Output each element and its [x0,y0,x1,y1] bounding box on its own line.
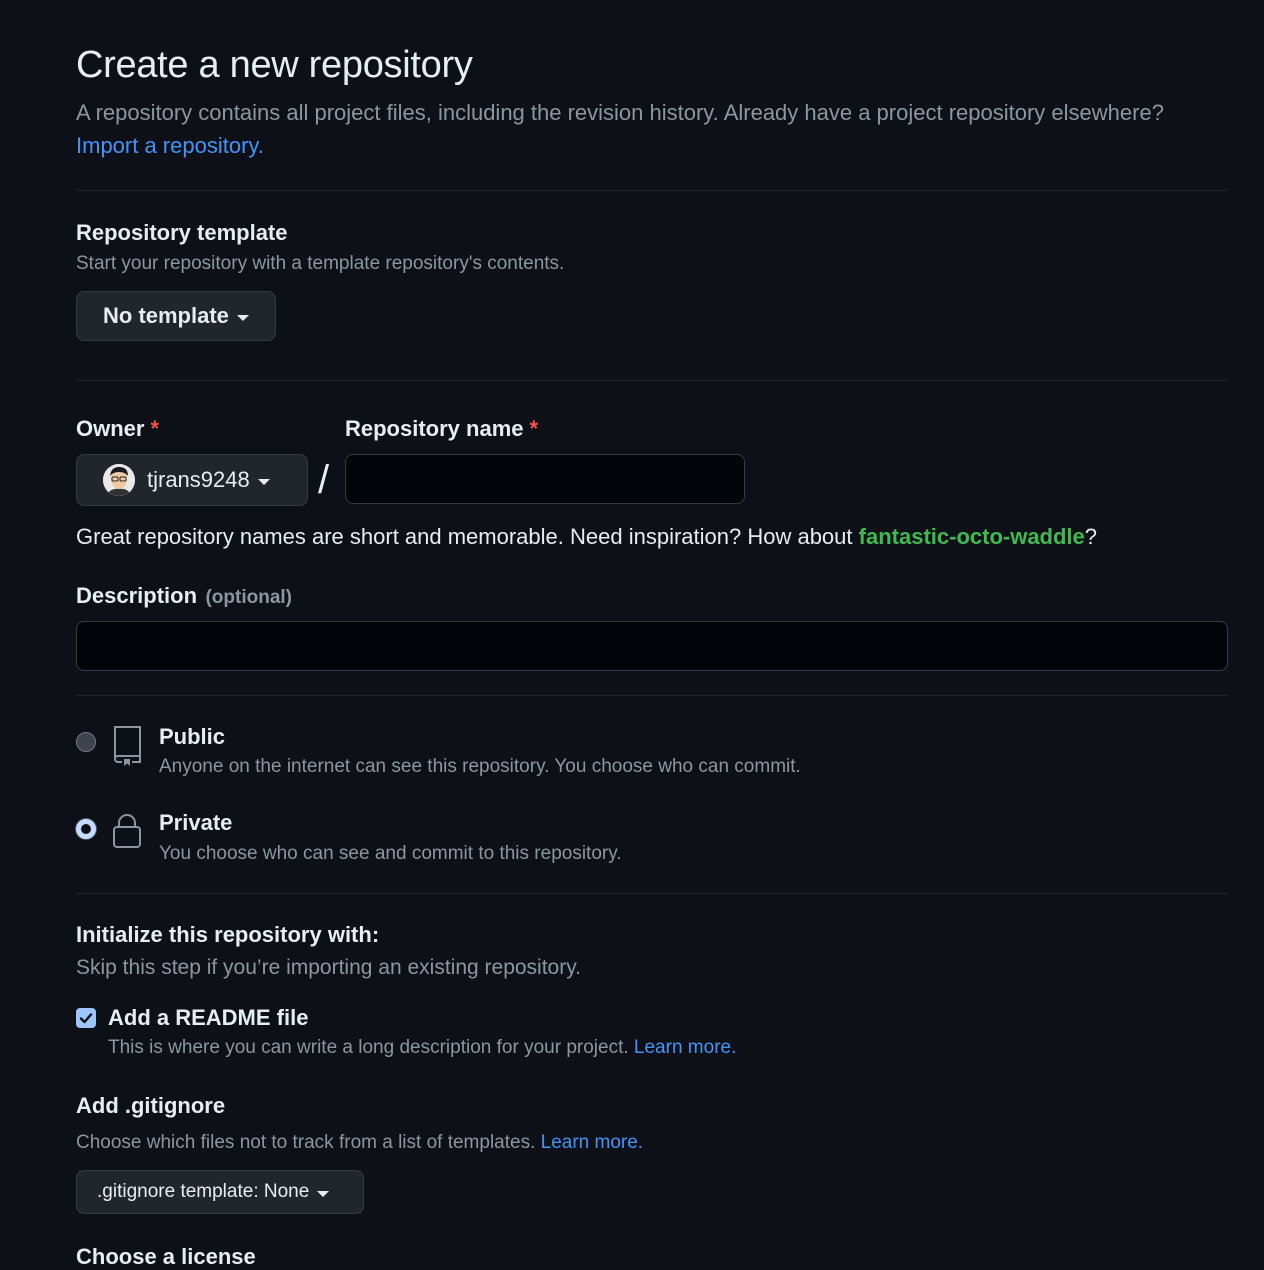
readme-help-text: This is where you can write a long descr… [108,1037,629,1058]
owner-label-text: Owner [76,416,145,441]
repo-name-required-mark: * [529,416,539,441]
chevron-down-icon [236,314,249,321]
readme-checkbox[interactable] [76,1008,96,1028]
new-repository-page: Create a new repository A repository con… [0,0,1264,1270]
owner-label: Owner * [76,416,159,442]
lead-text: A repository contains all project files,… [76,100,1164,125]
visibility-public-radio[interactable] [76,732,96,752]
description-label: Description (optional) [76,583,292,609]
suggestion-text: Great repository names are short and mem… [76,524,853,549]
page-title: Create a new repository [76,44,473,86]
visibility-private-label: Private [159,810,233,835]
template-help: Start your repository with a template re… [76,253,565,274]
repo-name-input[interactable] [345,454,745,504]
gitignore-help: Choose which files not to track from a l… [76,1132,643,1154]
description-label-text: Description [76,583,198,608]
template-heading: Repository template [76,220,288,245]
gitignore-help-text: Choose which files not to track from a l… [76,1132,536,1153]
owner-required-mark: * [150,416,160,441]
divider [76,893,1228,894]
name-suggestion: Great repository names are short and mem… [76,524,1097,550]
init-help: Skip this step if you’re importing an ex… [76,956,582,979]
checkmark-icon [79,1013,93,1024]
chevron-down-icon [257,478,270,485]
divider [76,190,1228,191]
divider [76,380,1228,381]
readme-label: Add a README file [108,1005,309,1030]
readme-help: This is where you can write a long descr… [108,1037,736,1059]
init-heading: Initialize this repository with: [76,922,380,947]
description-optional-hint: (optional) [205,587,293,608]
template-select-button[interactable]: No template [76,291,276,341]
gitignore-heading: Add .gitignore [76,1093,226,1118]
owner-selected-name: tjrans9248 [147,467,250,492]
visibility-public-label: Public [159,724,226,749]
import-repository-link[interactable]: Import a repository. [76,133,264,158]
gitignore-learn-more-link[interactable]: Learn more. [541,1132,643,1153]
suggestion-suffix: ? [1084,524,1098,549]
gitignore-template-label: .gitignore template: None [97,1181,310,1202]
chevron-down-icon [317,1190,330,1197]
template-select-label: No template [103,303,229,328]
repo-name-label-text: Repository name [345,416,524,441]
avatar [103,464,135,496]
divider [76,695,1228,696]
readme-learn-more-link[interactable]: Learn more. [634,1037,736,1058]
lock-icon [112,813,142,854]
visibility-private-help: You choose who can see and commit to thi… [159,843,622,864]
page-lead: A repository contains all project files,… [76,96,1186,162]
owner-repo-separator: / [318,458,330,502]
visibility-public-help: Anyone on the internet can see this repo… [159,756,801,777]
owner-select-button[interactable]: tjrans9248 [76,454,308,506]
visibility-private-radio[interactable] [76,819,96,839]
suggested-name-link[interactable]: fantastic-octo-waddle [859,524,1085,549]
gitignore-template-button[interactable]: .gitignore template: None [76,1170,364,1214]
repo-icon [110,725,144,772]
repo-name-label: Repository name * [345,416,538,442]
license-heading: Choose a license [76,1244,256,1269]
description-input[interactable] [76,621,1228,671]
